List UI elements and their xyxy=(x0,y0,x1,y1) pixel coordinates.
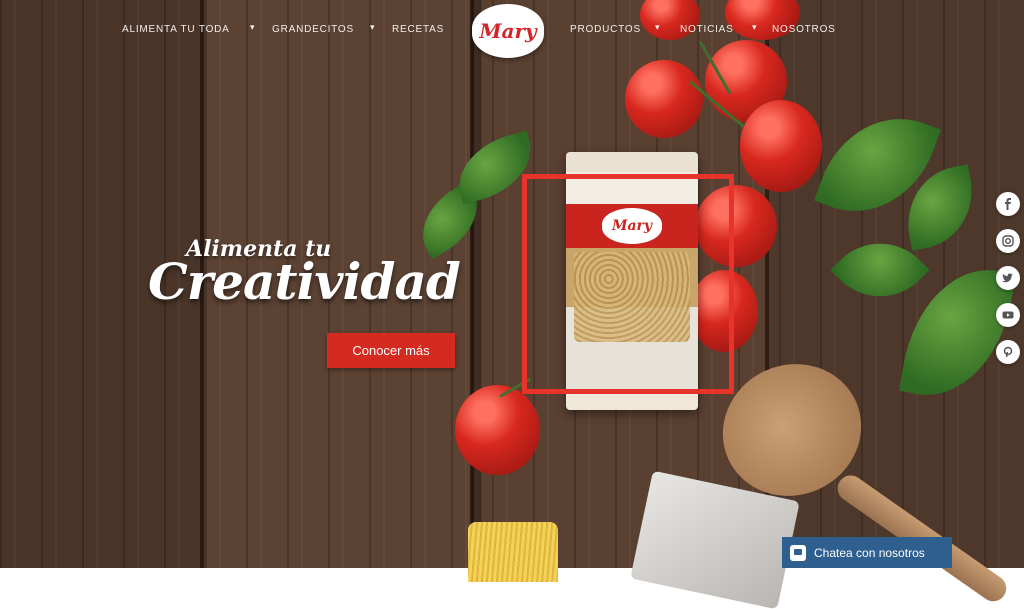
pinterest-icon[interactable] xyxy=(996,340,1020,364)
facebook-icon[interactable] xyxy=(996,192,1020,216)
nav-item-noticias[interactable]: NOTICIAS xyxy=(680,24,734,35)
youtube-icon[interactable] xyxy=(996,303,1020,327)
nav-item-nosotros[interactable]: NOSOTROS xyxy=(772,24,836,35)
brand-logo-text: Mary xyxy=(479,19,537,43)
social-bar xyxy=(996,192,1022,377)
main-nav: ALIMENTA TU TODA ▾ GRANDECITOS ▾ RECETAS… xyxy=(0,0,1024,60)
cta-button[interactable]: Conocer más xyxy=(327,333,455,368)
wood-plank-gap xyxy=(470,0,474,568)
chat-button[interactable]: Chatea con nosotros xyxy=(782,537,952,568)
nav-item-recetas[interactable]: RECETAS xyxy=(392,24,444,35)
chat-button-label: Chatea con nosotros xyxy=(814,545,925,560)
hero-title: Creatividad xyxy=(148,252,461,311)
tomato xyxy=(740,100,822,192)
instagram-icon[interactable] xyxy=(996,229,1020,253)
chevron-down-icon: ▾ xyxy=(752,22,757,32)
product-highlight-frame xyxy=(522,174,734,394)
chevron-down-icon: ▾ xyxy=(370,22,375,32)
spaghetti-bundle xyxy=(468,522,558,582)
tomato xyxy=(625,60,703,138)
chevron-down-icon: ▾ xyxy=(250,22,255,32)
twitter-icon[interactable] xyxy=(996,266,1020,290)
tomato xyxy=(455,385,540,475)
chat-bubble-icon xyxy=(790,544,806,561)
chevron-down-icon: ▾ xyxy=(655,22,660,32)
nav-item-grandecitos[interactable]: GRANDECITOS xyxy=(272,24,354,35)
brand-logo[interactable]: Mary xyxy=(472,4,544,58)
nav-item-productos[interactable]: PRODUCTOS xyxy=(570,24,641,35)
nav-item-alimenta[interactable]: ALIMENTA TU TODA xyxy=(122,24,230,35)
